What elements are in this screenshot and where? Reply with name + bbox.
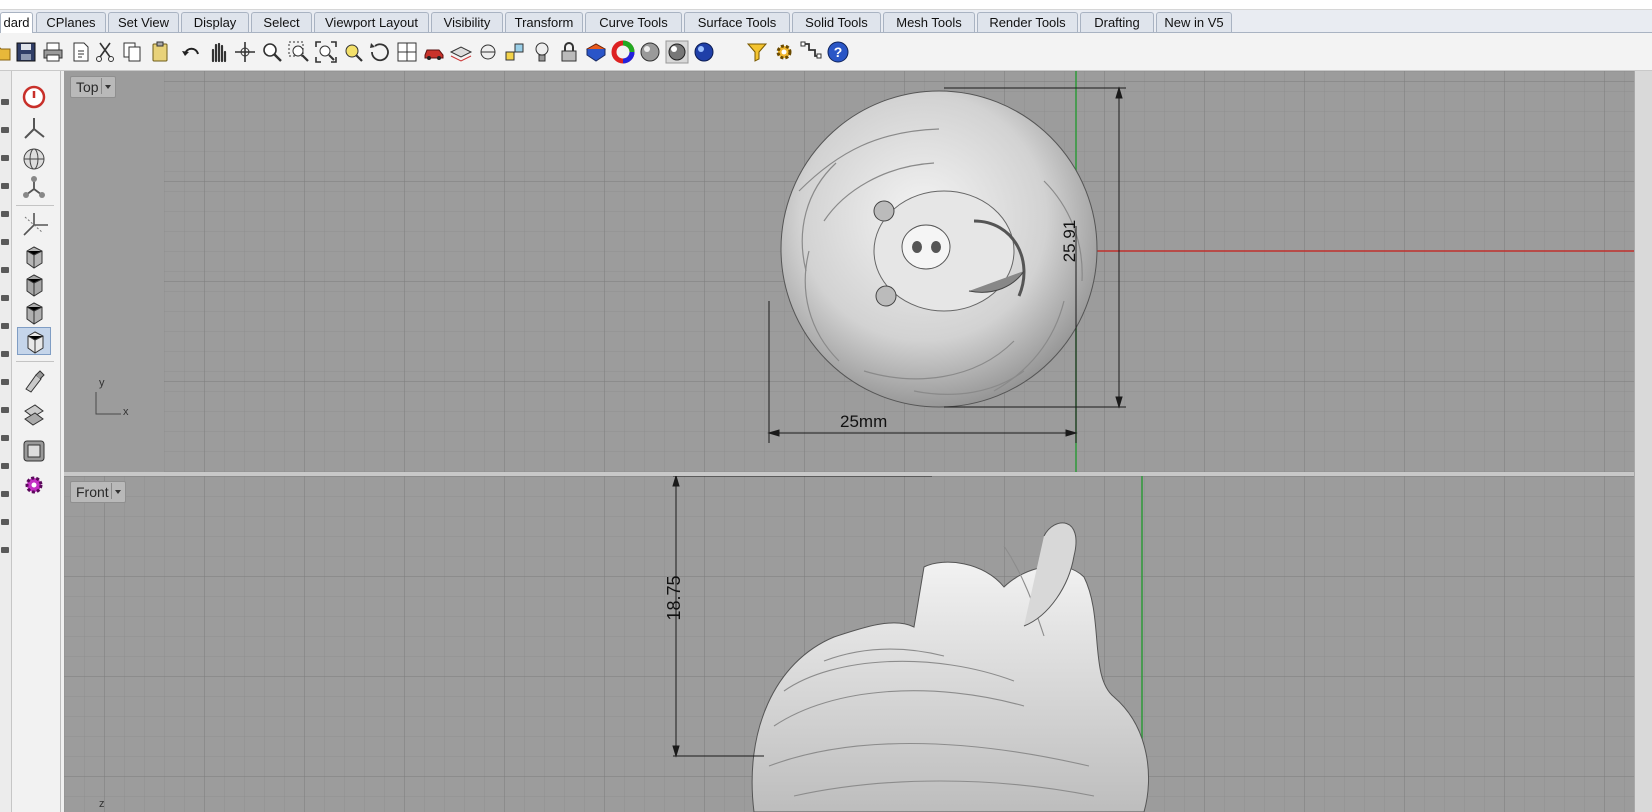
tab-display[interactable]: Display [181, 12, 249, 32]
axis-x-label: x [123, 406, 129, 418]
car-icon[interactable] [422, 40, 446, 64]
open-icon[interactable] [0, 40, 14, 64]
collapsed-tool-icon[interactable] [1, 99, 9, 105]
viewport-front-title[interactable]: Front [70, 481, 126, 503]
collapsed-tool-icon[interactable] [1, 351, 9, 357]
move-view-icon[interactable] [233, 40, 257, 64]
lock-icon[interactable] [557, 40, 581, 64]
collapsed-tool-icon[interactable] [1, 239, 9, 245]
tab-new-in-v5[interactable]: New in V5 [1156, 12, 1232, 32]
gumball-icon[interactable] [17, 211, 51, 239]
tab-visibility[interactable]: Visibility [431, 12, 503, 32]
collapsed-tool-icon[interactable] [1, 323, 9, 329]
print-icon[interactable] [41, 40, 65, 64]
collapsed-tool-icon[interactable] [1, 379, 9, 385]
viewport-menu-dropdown[interactable] [110, 483, 124, 499]
save-icon[interactable] [14, 40, 38, 64]
zoom-selected-icon[interactable] [341, 40, 365, 64]
gear-options-icon[interactable] [772, 40, 796, 64]
right-viewport-edge[interactable] [1634, 71, 1652, 812]
color-wheel-icon[interactable] [611, 40, 635, 64]
box-top-icon[interactable] [17, 299, 51, 327]
globe-icon[interactable] [17, 145, 51, 173]
network-icon[interactable] [17, 173, 51, 201]
plugin-gear-icon[interactable] [17, 471, 51, 499]
blue-sphere-icon[interactable] [692, 40, 716, 64]
viewport-top-title[interactable]: Top [70, 76, 116, 98]
collapsed-tool-icon[interactable] [1, 127, 9, 133]
material-icon[interactable] [584, 40, 608, 64]
light-bulb-icon[interactable] [530, 40, 554, 64]
box-perspective-icon[interactable] [17, 327, 51, 355]
rotate-view-icon[interactable] [368, 40, 392, 64]
loft-icon[interactable] [17, 401, 51, 429]
tab-transform[interactable]: Transform [505, 12, 583, 32]
viewport-top[interactable]: Top 25mm 25.91 x y [64, 71, 1634, 472]
collapsed-tool-icon[interactable] [1, 183, 9, 189]
box-right-icon[interactable] [17, 271, 51, 299]
collapsed-tool-icon[interactable] [1, 463, 9, 469]
collapsed-tool-icon[interactable] [1, 547, 9, 553]
paste-icon[interactable] [148, 40, 172, 64]
viewport-layout-icon[interactable] [395, 40, 419, 64]
tab-select[interactable]: Select [251, 12, 312, 32]
tab-solid-tools[interactable]: Solid Tools [792, 12, 881, 32]
cut-icon[interactable] [93, 40, 117, 64]
tab-mesh-tools[interactable]: Mesh Tools [883, 12, 975, 32]
tab-standard[interactable]: dard [0, 12, 33, 33]
standard-toolbar: ? [0, 33, 1652, 71]
tab-render-tools[interactable]: Render Tools [977, 12, 1078, 32]
import-icon[interactable] [69, 40, 93, 64]
left-collapsed-toolbar [0, 71, 12, 812]
shaded-sphere-icon[interactable] [638, 40, 662, 64]
box-front-icon[interactable] [17, 243, 51, 271]
zoom-extents-icon[interactable] [314, 40, 338, 64]
collapsed-tool-icon[interactable] [1, 267, 9, 273]
viewport-front[interactable]: Front 18.75 z [64, 476, 1634, 812]
collapsed-tool-icon[interactable] [1, 211, 9, 217]
properties-icon[interactable] [476, 40, 500, 64]
collapsed-tool-icon[interactable] [1, 519, 9, 525]
layer-icon[interactable] [449, 40, 473, 64]
svg-text:?: ? [834, 44, 843, 60]
brush-icon[interactable] [17, 367, 51, 395]
dimension-height-label: 25.91 [1060, 219, 1079, 263]
help-icon[interactable]: ? [826, 40, 850, 64]
axis-y-label: y [99, 377, 105, 389]
tab-drafting[interactable]: Drafting [1080, 12, 1154, 32]
front-viewport-canvas [64, 476, 1634, 812]
pan-hand-icon[interactable] [206, 40, 230, 64]
zoom-window-icon[interactable] [287, 40, 311, 64]
zoom-icon[interactable] [260, 40, 284, 64]
lion-head-top-model [780, 90, 1098, 408]
collapsed-tool-icon[interactable] [1, 491, 9, 497]
dimension-width-label: 25mm [840, 412, 888, 431]
collapsed-tool-icon[interactable] [1, 295, 9, 301]
object-snap-icon[interactable] [503, 40, 527, 64]
axis-icon[interactable] [17, 115, 51, 143]
tab-viewport-layout[interactable]: Viewport Layout [314, 12, 429, 32]
tool-palette [12, 71, 61, 812]
copy-icon[interactable] [120, 40, 144, 64]
viewport-menu-dropdown[interactable] [100, 78, 114, 94]
tab-cplanes[interactable]: CPlanes [36, 12, 106, 32]
dimension-front-height-label: 18.75 [664, 575, 684, 621]
toolbar-tab-bar: dard CPlanes Set View Display Select Vie… [0, 10, 1652, 33]
collapsed-tool-icon[interactable] [1, 407, 9, 413]
collapsed-tool-icon[interactable] [1, 155, 9, 161]
tab-curve-tools[interactable]: Curve Tools [585, 12, 682, 32]
stop-icon[interactable] [17, 83, 51, 111]
axis-z-label: z [99, 798, 105, 810]
grid-snap-icon[interactable] [799, 40, 823, 64]
collapsed-tool-icon[interactable] [1, 435, 9, 441]
tab-surface-tools[interactable]: Surface Tools [684, 12, 790, 32]
rendered-sphere-icon[interactable] [665, 40, 689, 64]
solid-icon[interactable] [17, 437, 51, 465]
title-strip [0, 0, 1652, 10]
tab-set-view[interactable]: Set View [108, 12, 179, 32]
filter-icon[interactable] [745, 40, 769, 64]
undo-icon[interactable] [179, 40, 203, 64]
